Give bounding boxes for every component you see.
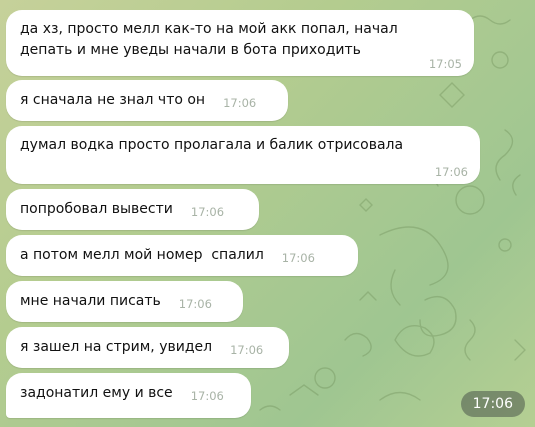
message-text: задонатил ему и все bbox=[20, 385, 173, 401]
message-time: 17:05 bbox=[428, 57, 462, 71]
message-text: мне начали писать bbox=[20, 293, 161, 309]
message-bubble[interactable]: я зашел на стрим, увидел 17:06 bbox=[6, 327, 289, 368]
message-time: 17:06 bbox=[190, 389, 224, 403]
message-time: 17:06 bbox=[190, 205, 225, 219]
message-bubble[interactable]: мне начали писать 17:06 bbox=[6, 281, 243, 322]
message-time: 17:06 bbox=[434, 165, 468, 179]
message-text: думал водка просто пролагала и балик отр… bbox=[20, 137, 404, 153]
message-text: да хз, просто мелл как-то на мой акк поп… bbox=[20, 21, 398, 58]
chat-background: да хз, просто мелл как-то на мой акк поп… bbox=[0, 0, 535, 427]
media-timestamp-badge: 17:06 bbox=[460, 391, 525, 417]
message-bubble[interactable]: да хз, просто мелл как-то на мой акк поп… bbox=[6, 10, 474, 76]
message-text: я зашел на стрим, увидел bbox=[20, 339, 213, 355]
message-text: я сначала не знал что он bbox=[20, 92, 206, 108]
message-bubble[interactable]: думал водка просто пролагала и балик отр… bbox=[6, 126, 480, 184]
message-bubble[interactable]: я сначала не знал что он 17:06 bbox=[6, 80, 288, 121]
message-time: 17:06 bbox=[230, 343, 264, 357]
message-text: попробовал вывести bbox=[20, 201, 173, 217]
message-time: 17:06 bbox=[223, 96, 257, 110]
message-bubble[interactable]: задонатил ему и все 17:06 bbox=[6, 373, 251, 418]
message-bubble[interactable]: попробовал вывести 17:06 bbox=[6, 189, 259, 230]
message-text: а потом мелл мой номер спалил bbox=[20, 247, 264, 263]
message-bubble[interactable]: а потом мелл мой номер спалил 17:06 bbox=[6, 235, 358, 276]
message-time: 17:06 bbox=[178, 297, 212, 311]
message-time: 17:06 bbox=[281, 251, 315, 265]
